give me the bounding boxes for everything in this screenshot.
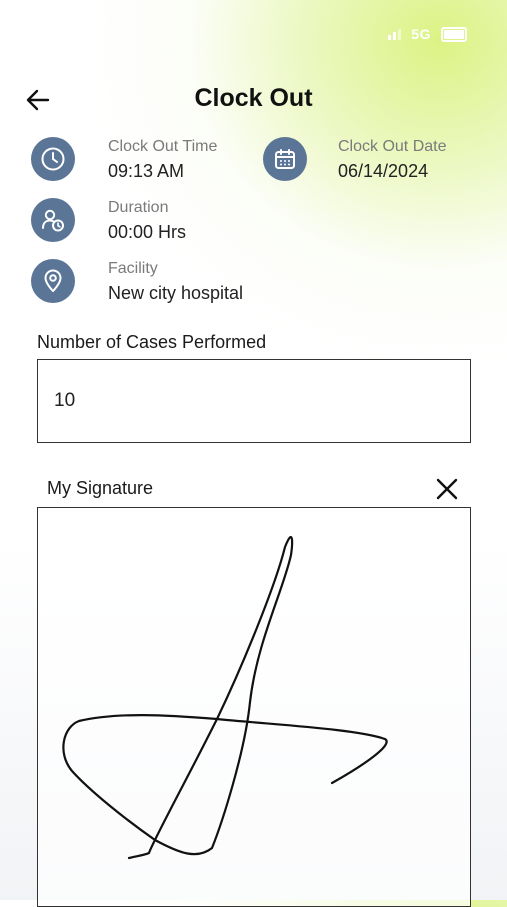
clock-out-date-row: Clock Out Date 06/14/2024 <box>263 137 446 182</box>
signature-label: My Signature <box>47 478 154 498</box>
duration-row: Duration 00:00 Hrs <box>31 198 186 243</box>
duration-value: 00:00 Hrs <box>108 222 187 242</box>
duration-label: Duration <box>108 199 169 216</box>
close-icon[interactable] <box>434 476 460 502</box>
clock-out-date-value: 06/14/2024 <box>338 161 429 181</box>
clock-icon <box>31 137 75 181</box>
header: Clock Out <box>0 80 507 120</box>
status-bar: 5G <box>388 26 467 42</box>
location-pin-icon <box>31 259 75 303</box>
calendar-icon <box>263 137 307 181</box>
page-title: Clock Out <box>194 84 313 112</box>
clock-out-time-label: Clock Out Time <box>108 138 218 155</box>
user-clock-icon <box>31 198 75 242</box>
clock-out-time-value: 09:13 AM <box>108 161 185 181</box>
signal-icon <box>388 28 402 40</box>
facility-label: Facility <box>108 260 158 277</box>
cases-label: Number of Cases Performed <box>37 332 267 352</box>
network-indicator: 5G <box>411 26 431 42</box>
cases-input[interactable] <box>37 359 471 443</box>
clock-out-time-row: Clock Out Time 09:13 AM <box>31 137 217 182</box>
battery-icon <box>441 26 467 42</box>
signature-drawing <box>61 535 388 859</box>
facility-row: Facility New city hospital <box>31 259 243 304</box>
facility-value: New city hospital <box>108 283 244 303</box>
signature-pad[interactable] <box>37 507 471 907</box>
clock-out-date-label: Clock Out Date <box>338 138 447 155</box>
